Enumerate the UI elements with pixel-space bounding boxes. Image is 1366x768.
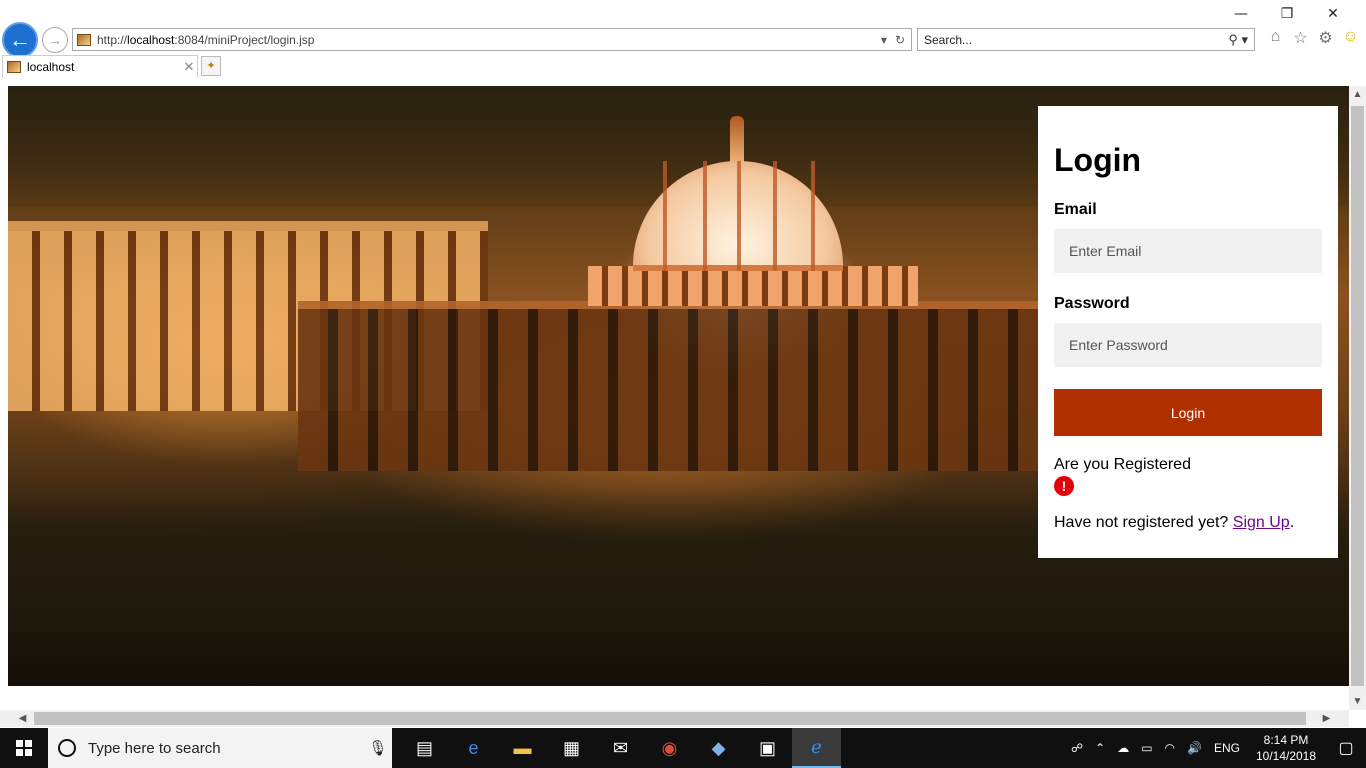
language-indicator[interactable]: ENG [1214,741,1240,755]
file-explorer-icon[interactable]: ▬ [498,728,547,768]
email-label: Email [1054,201,1097,218]
favorites-star-icon[interactable]: ☆ [1291,28,1310,48]
refresh-icon[interactable]: ↻ [895,33,905,47]
dome-rib [773,161,777,271]
notifications-icon[interactable]: ▢ [1326,738,1366,758]
tab-bar: localhost ✕ ✦ [0,54,1366,78]
close-button[interactable]: ✕ [1310,4,1356,24]
wifi-icon[interactable]: ◠ [1165,741,1175,755]
windows-logo-icon [16,740,32,756]
dome-rib [811,161,815,271]
start-button[interactable] [0,728,48,768]
virtualbox-icon[interactable]: ◆ [694,728,743,768]
close-icon[interactable]: ✕ [181,59,197,75]
scroll-up-icon[interactable]: ▲ [1349,86,1366,103]
registration-status: Are you Registered [1054,456,1191,473]
url-path: :8084/miniProject/login.jsp [174,32,315,47]
url-host: localhost [127,32,175,47]
onedrive-icon[interactable]: ☁ [1117,741,1129,755]
task-view-icon[interactable]: ▤ [400,728,449,768]
volume-icon[interactable]: 🔊 [1187,741,1202,755]
scroll-right-icon[interactable]: ▶ [1318,710,1335,727]
clock-date: 10/14/2018 [1255,749,1317,763]
forward-button[interactable]: → [42,27,68,53]
password-label: Password [1054,295,1130,312]
chevron-up-icon[interactable]: ⌃ [1095,741,1105,755]
microphone-icon[interactable]: 🎙 [364,739,392,757]
toolbar-icons: ⌂ ☆ ⚙ ☺ [1266,28,1360,48]
mail-icon[interactable]: ✉ [596,728,645,768]
taskbar-apps: ▤ e ▬ ▦ ✉ ◉ ◆ ▣ ℯ [400,728,841,768]
notepad-icon[interactable]: ▣ [743,728,792,768]
building-dome [633,161,843,271]
search-input[interactable] [924,32,1229,47]
dome-rib [703,161,707,271]
cortana-icon [58,739,76,757]
dome-finial [730,116,744,164]
building-facade [298,301,1038,471]
new-tab-icon: ✦ [206,60,216,72]
login-button[interactable]: Login [1054,389,1322,436]
error-icon: ! [1054,476,1074,496]
chrome-icon[interactable]: ◉ [645,728,694,768]
taskbar-search-input[interactable] [88,739,364,757]
horizontal-scroll-thumb[interactable] [34,712,1306,725]
campus-background-image: Login Email Password Login Are you Regis… [8,86,1349,686]
address-bar[interactable]: http://localhost:8084/miniProject/login.… [72,28,912,51]
browser-chrome: — ❐ ✕ ← → http://localhost:8084/miniProj… [0,0,1366,86]
search-icon[interactable]: ⚲ ▾ [1228,32,1254,48]
windows-taskbar: 🎙 ▤ e ▬ ▦ ✉ ◉ ◆ ▣ ℯ ☍ ⌃ ☁ ▭ ◠ 🔊 ENG 8:14… [0,728,1366,768]
home-icon[interactable]: ⌂ [1266,28,1285,48]
arrow-left-icon: ← [9,27,31,52]
signup-suffix: . [1289,514,1295,531]
vertical-scrollbar[interactable]: ▲ ▼ [1349,86,1366,710]
restore-button[interactable]: ❐ [1264,4,1310,24]
scroll-left-icon[interactable]: ◀ [14,710,31,727]
system-tray: ☍ ⌃ ☁ ▭ ◠ 🔊 ENG 8:14 PM 10/14/2018 ▢ [1065,728,1366,768]
address-tools: ▾ ↻ [881,33,911,47]
back-button[interactable]: ← [2,22,38,58]
store-icon[interactable]: ▦ [547,728,596,768]
clock-time: 8:14 PM [1263,733,1309,747]
tab-label: localhost [27,60,75,74]
password-field[interactable] [1054,323,1322,367]
login-title: Login [1054,142,1142,178]
new-tab-button[interactable]: ✦ [201,56,221,76]
dome-rib [737,161,741,271]
taskbar-search[interactable]: 🎙 [48,728,392,768]
clock[interactable]: 8:14 PM 10/14/2018 [1246,732,1326,764]
scroll-down-icon[interactable]: ▼ [1349,693,1366,710]
login-card: Login Email Password Login Are you Regis… [1038,106,1338,558]
search-box[interactable]: ⚲ ▾ [917,28,1255,51]
dropdown-arrow-icon[interactable]: ▾ [881,33,887,47]
arrow-right-icon: → [48,32,62,48]
url-prefix: http:// [97,32,128,47]
minimize-button[interactable]: — [1218,4,1264,24]
people-icon[interactable]: ☍ [1071,741,1083,755]
page-viewport: Login Email Password Login Are you Regis… [0,78,1349,710]
signup-prefix: Have not registered yet? [1054,514,1233,531]
vertical-scroll-thumb[interactable] [1351,106,1364,686]
tab-localhost[interactable]: localhost ✕ [2,55,198,78]
edge-icon[interactable]: e [449,728,498,768]
battery-icon[interactable]: ▭ [1141,741,1152,755]
gear-icon[interactable]: ⚙ [1316,28,1335,48]
signup-line: Have not registered yet? Sign Up. [1054,514,1322,532]
window-controls: — ❐ ✕ [1218,4,1356,24]
email-field[interactable] [1054,229,1322,273]
tab-favicon-icon [7,61,21,73]
dome-rib [663,161,667,271]
site-favicon-icon [77,33,91,46]
dome-base [588,266,918,306]
address-url[interactable]: http://localhost:8084/miniProject/login.… [97,33,881,47]
internet-explorer-icon[interactable]: ℯ [792,728,841,768]
horizontal-scrollbar[interactable]: ◀ ▶ [0,710,1349,727]
smiley-feedback-icon[interactable]: ☺ [1341,28,1360,48]
signup-link[interactable]: Sign Up [1233,514,1290,531]
